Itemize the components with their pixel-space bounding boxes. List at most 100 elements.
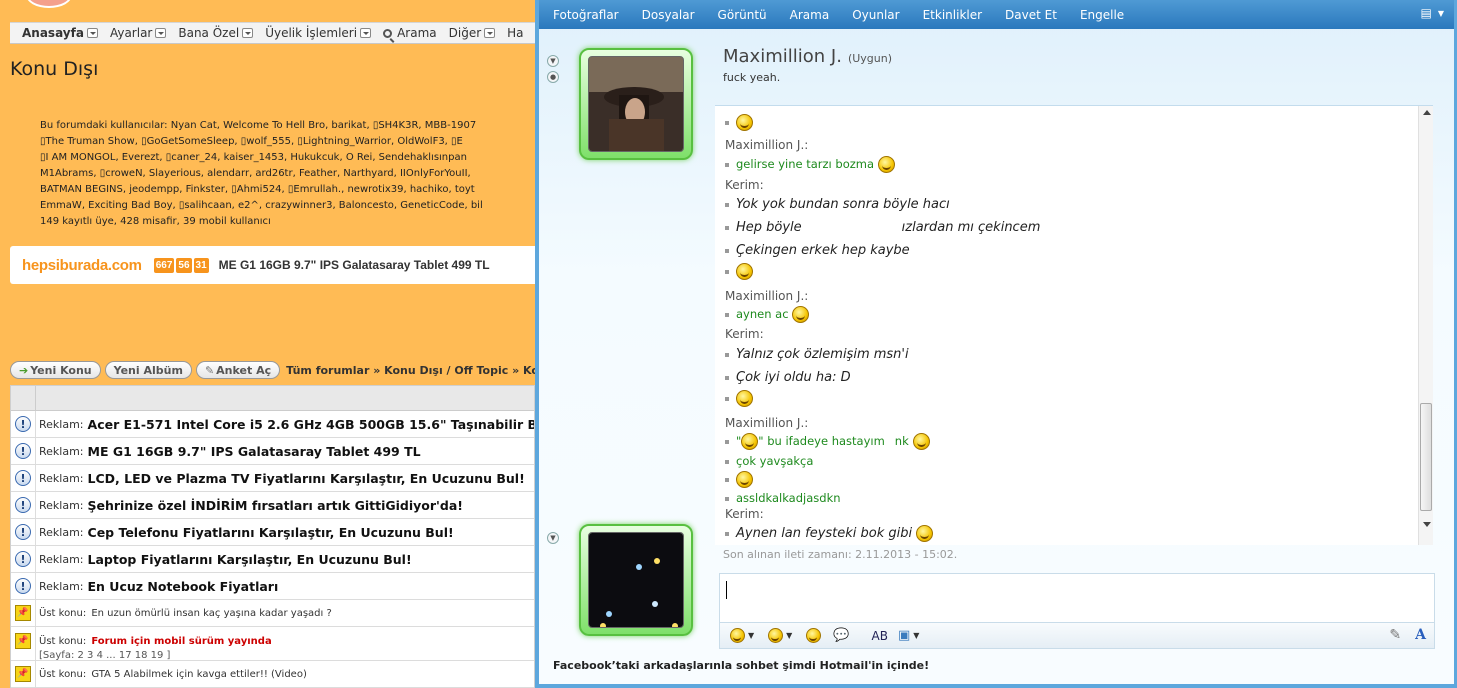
webcam-icon[interactable]: ● [547,71,559,83]
scrollbar-thumb[interactable] [1420,403,1432,511]
ad-banner[interactable]: hepsiburada.com 667 56 31 ME G1 16GB 9.7… [10,246,535,284]
emoticon-button[interactable]: ▼ [730,628,754,643]
dropdown-icon[interactable] [86,28,98,38]
options-menu[interactable]: ▤ ▼ [1421,6,1445,20]
sticky-row[interactable]: 📌 Üst konu: Forum için mobil sürüm yayınd… [11,627,534,661]
wink-button[interactable]: ▼ [768,628,792,643]
ad-row[interactable]: ! Reklam: Cep Telefonu Fiyatlarını Karşıla… [11,519,534,546]
search-icon [383,28,393,38]
contact-name[interactable]: Maximillion J. [723,46,842,67]
online-line[interactable]: BATMAN BEGINS, jeodempp, Finkster, ▯Ahmi… [40,182,535,198]
ad-row-title[interactable]: Laptop Fiyatlarını Karşılaştır, En Ucuzu… [88,552,412,567]
menu-block[interactable]: Engelle [1080,8,1124,22]
ad-text: ME G1 16GB 9.7" IPS Galatasaray Tablet 4… [218,258,490,272]
chat-message: çok yavşakça [736,454,814,468]
contact-avatar[interactable] [579,48,693,160]
nav-more[interactable]: Ha [507,26,523,40]
promo-footer[interactable]: Facebook’taki arkadaşlarınla sohbet şimd… [553,659,929,672]
new-topic-button[interactable]: ➔ Yeni Konu [10,361,101,379]
nav-home[interactable]: Anasayfa [22,26,98,40]
ad-row-title[interactable]: Şehrinize özel İNDİRİM fırsatları artık … [88,498,463,513]
user-avatar[interactable] [579,524,693,636]
sticky-title[interactable]: GTA 5 Alabilmek için kavga ettiler!! (Vi… [91,669,307,680]
online-line[interactable]: EmmaW, Exciting Bad Boy, ▯salihcaan, e2^… [40,198,535,214]
collapse-icon[interactable]: ▼ [547,532,559,544]
bullet [725,496,729,501]
menu-call[interactable]: Arama [790,8,830,22]
online-line[interactable]: ▯I AM MONGOL, Everezt, ▯caner_24, kaiser… [40,150,535,166]
dropdown-icon[interactable] [242,28,254,38]
dropdown-icon[interactable] [360,28,372,38]
chat-message: Yalnız çok özlemişim msn'i [736,347,909,362]
dropdown-icon[interactable] [155,28,167,38]
chevron-down-icon: ▼ [1437,8,1444,18]
nudge-icon [806,628,822,643]
nav-settings[interactable]: Ayarlar [110,26,167,40]
font-button[interactable]: AB [872,629,888,643]
poll-button[interactable]: ✎ Anket Aç [195,361,281,379]
background-button[interactable]: ▣ ▼ [898,628,919,643]
sticky-title[interactable]: Forum için mobil sürüm yayında [91,636,271,647]
online-line[interactable]: ▯The Truman Show, ▯GoGetSomeSleep, ▯wolf… [40,134,535,150]
online-users-text[interactable]: Nyan Cat, Welcome To Hell Bro, barikat, … [171,120,476,131]
breadcrumb[interactable]: Tüm forumlar » Konu Dışı / Off Topic » K… [286,364,535,377]
info-icon: ! [15,524,31,540]
ad-row[interactable]: ! Reklam: Acer E1-571 Intel Core i5 2.6 GH… [11,411,534,438]
new-album-button[interactable]: Yeni Albüm [104,361,192,379]
personal-message: fuck yeah. [723,71,781,84]
conversation-history[interactable]: Maximillion J.: gelirse yine tarzı bozma… [715,105,1433,545]
ad-row-title[interactable]: En Ucuz Notebook Fiyatları [88,579,279,594]
menu-games[interactable]: Oyunlar [852,8,899,22]
menu-invite[interactable]: Davet Et [1005,8,1057,22]
scroll-up-icon[interactable] [1423,110,1431,115]
info-icon: ! [15,470,31,486]
ad-row[interactable]: ! Reklam: ME G1 16GB 9.7" IPS Galatasaray … [11,438,534,465]
ad-row-title[interactable]: Acer E1-571 Intel Core i5 2.6 GHz 4GB 50… [88,417,534,432]
ad-row-label: Reklam: [39,525,84,539]
message-input[interactable] [719,573,1435,623]
nudge-button[interactable] [806,628,822,643]
ad-countdown: 667 56 31 [153,257,209,273]
collapse-icon[interactable]: ▼ [547,55,559,67]
nav-membership-label: Üyelik İşlemleri [265,26,358,40]
ad-row[interactable]: ! Reklam: Laptop Fiyatlarını Karşılaştır, … [11,546,534,573]
online-line[interactable]: M1Abrams, ▯croweN, Slayerious, alendarr,… [40,166,535,182]
nav-home-label: Anasayfa [22,26,84,40]
voice-clip-button[interactable]: 💬 [833,628,849,643]
handwriting-icon[interactable]: ✎ [1389,627,1401,643]
sticky-row[interactable]: 📌 Üst konu: GTA 5 Alabilmek için kavga et… [11,661,534,688]
ad-row-title[interactable]: LCD, LED ve Plazma TV Fiyatlarını Karşıl… [88,471,525,486]
online-line: Bu forumdaki kullanıcılar: Nyan Cat, Wel… [40,118,535,134]
menu-files[interactable]: Dosyalar [642,8,695,22]
menu-video[interactable]: Görüntü [718,8,767,22]
bullet [725,459,729,464]
chat-sender: Maximillion J.: [725,138,809,152]
chat-message: aynen ac [736,307,789,321]
sticky-row[interactable]: 📌 Üst konu: En uzun ömürlü insan kaç yaşı… [11,600,534,627]
nav-personal[interactable]: Bana Özel [178,26,254,40]
ad-row[interactable]: ! Reklam: LCD, LED ve Plazma TV Fiyatların… [11,465,534,492]
ad-row-title[interactable]: Cep Telefonu Fiyatlarını Karşılaştır, En… [88,525,454,540]
ad-row[interactable]: ! Reklam: En Ucuz Notebook Fiyatları [11,573,534,600]
contact-status: (Uygun) [847,52,893,65]
smile-emoticon-icon [736,471,753,488]
arrow-right-icon: ➔ [19,363,29,377]
nav-search[interactable]: Arama [383,26,437,40]
last-received-time: Son alınan ileti zamanı: 2.11.2013 - 15:… [723,548,958,561]
sticky-title[interactable]: En uzun ömürlü insan kaç yaşına kadar ya… [91,608,331,619]
nav-other[interactable]: Diğer [449,26,496,40]
chat-message: Çekingen erkek hep kaybe [736,243,910,258]
dropdown-icon[interactable] [484,28,496,38]
nav-membership[interactable]: Üyelik İşlemleri [265,26,372,40]
ad-row[interactable]: ! Reklam: Şehrinize özel İNDİRİM fırsatlar… [11,492,534,519]
menu-activities[interactable]: Etkinlikler [923,8,982,22]
page-links[interactable]: [Sayfa: 2 3 4 ... 17 18 19 ] [39,650,272,660]
chat-scrollbar[interactable] [1418,106,1433,545]
ad-row-title[interactable]: ME G1 16GB 9.7" IPS Galatasaray Tablet 4… [88,444,421,459]
sticky-icon: 📌 [15,666,31,682]
chat-line: aynen ac [725,306,810,323]
speech-bubble-icon: 💬 [833,628,850,643]
menu-photos[interactable]: Fotoğraflar [553,8,619,22]
scroll-down-icon[interactable] [1423,522,1431,527]
text-format-icon[interactable]: A [1415,627,1426,643]
